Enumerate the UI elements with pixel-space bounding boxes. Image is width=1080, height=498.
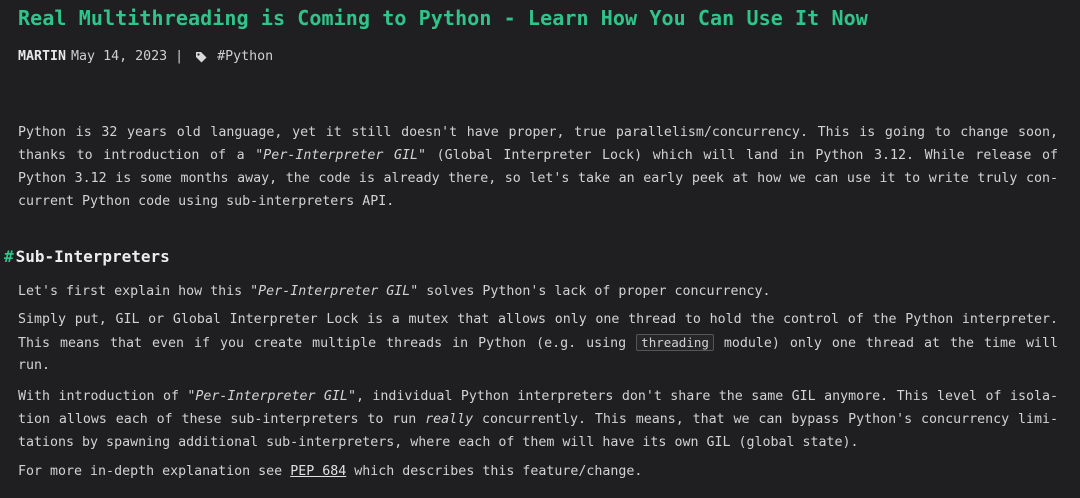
text-segment: module) only one thread at the time will [713,336,1058,351]
text-line: For more in-depth explanation see PEP 68… [18,460,1058,483]
paragraph: With introduction of "Per-Interpreter GI… [18,385,1058,454]
text-segment: (Global Interpreter Lock) which will lan… [426,148,1058,163]
emphasis-text: "Per-Interpreter GIL" [255,148,427,163]
paragraph: For more in-depth explanation see PEP 68… [18,460,1058,483]
article-title: Real Multithreading is Coming to Python … [18,6,868,30]
text-segment: This means that even if you create multi… [18,336,637,351]
text-line: current Python code using sub-interprete… [18,190,1058,213]
text-segment: tations by spawning additional sub-inter… [18,435,859,450]
paragraph: Simply put, GIL or Global Interpreter Lo… [18,308,1058,377]
text-line: tations by spawning additional sub-inter… [18,431,1058,454]
text-segment: solves Python's lack of proper concurren… [418,284,771,299]
section-heading: # Sub-Interpreters [4,247,170,266]
pep-684-link[interactable]: PEP 684 [290,464,346,479]
text-line: Python 3.12 is some months away, the cod… [18,167,1058,190]
text-segment: Python 3.12 is some months away, the cod… [18,171,1058,186]
text-line: With introduction of "Per-Interpreter GI… [18,385,1058,408]
text-segment: concurrently. This means, that we can by… [473,412,1058,427]
text-segment: which describes this feature/change. [346,464,643,479]
emphasis-text: "Per-Interpreter GIL" [187,389,356,404]
text-segment: , individual Python interpreters don't s… [355,389,1058,404]
author[interactable]: MARTIN [18,49,66,64]
heading-anchor[interactable]: # [4,247,14,266]
publish-date: May 14, 2023 [71,49,168,64]
text-segment: For more in-depth explanation see [18,464,291,479]
emphasis-text: "Per-Interpreter GIL" [250,284,419,299]
tag-python[interactable]: #Python [217,49,273,64]
text-line: Python is 32 years old language, yet it … [18,121,1058,144]
text-segment: With introduction of [18,389,188,404]
emphasis-text: really [425,412,474,427]
intro-paragraph: Python is 32 years old language, yet it … [18,121,1058,213]
inline-code: threading [636,334,714,351]
heading-text: Sub-Interpreters [15,247,170,266]
text-line: thanks to introduction of a "Per-Interpr… [18,144,1058,167]
text-segment: current Python code using sub-interprete… [18,194,395,209]
tag-icon [196,51,207,62]
text-line: This means that even if you create multi… [18,331,1058,354]
text-segment: run. [18,358,51,373]
text-segment: Python is 32 years old language, yet it … [18,125,1058,140]
text-line: run. [18,354,1058,377]
paragraph: Let's first explain how this "Per-Interp… [18,280,1058,303]
text-line: Simply put, GIL or Global Interpreter Lo… [18,308,1058,331]
meta-separator: | [175,49,184,64]
text-segment: tion allows each of these sub-interprete… [18,412,426,427]
article-meta: MARTIN May 14, 2023 | #Python [18,49,273,64]
text-line: Let's first explain how this "Per-Interp… [18,280,1058,303]
text-line: tion allows each of these sub-interprete… [18,408,1058,431]
text-segment: Let's first explain how this [18,284,251,299]
text-segment: thanks to introduction of a [18,148,256,163]
text-segment: Simply put, GIL or Global Interpreter Lo… [18,312,1058,327]
